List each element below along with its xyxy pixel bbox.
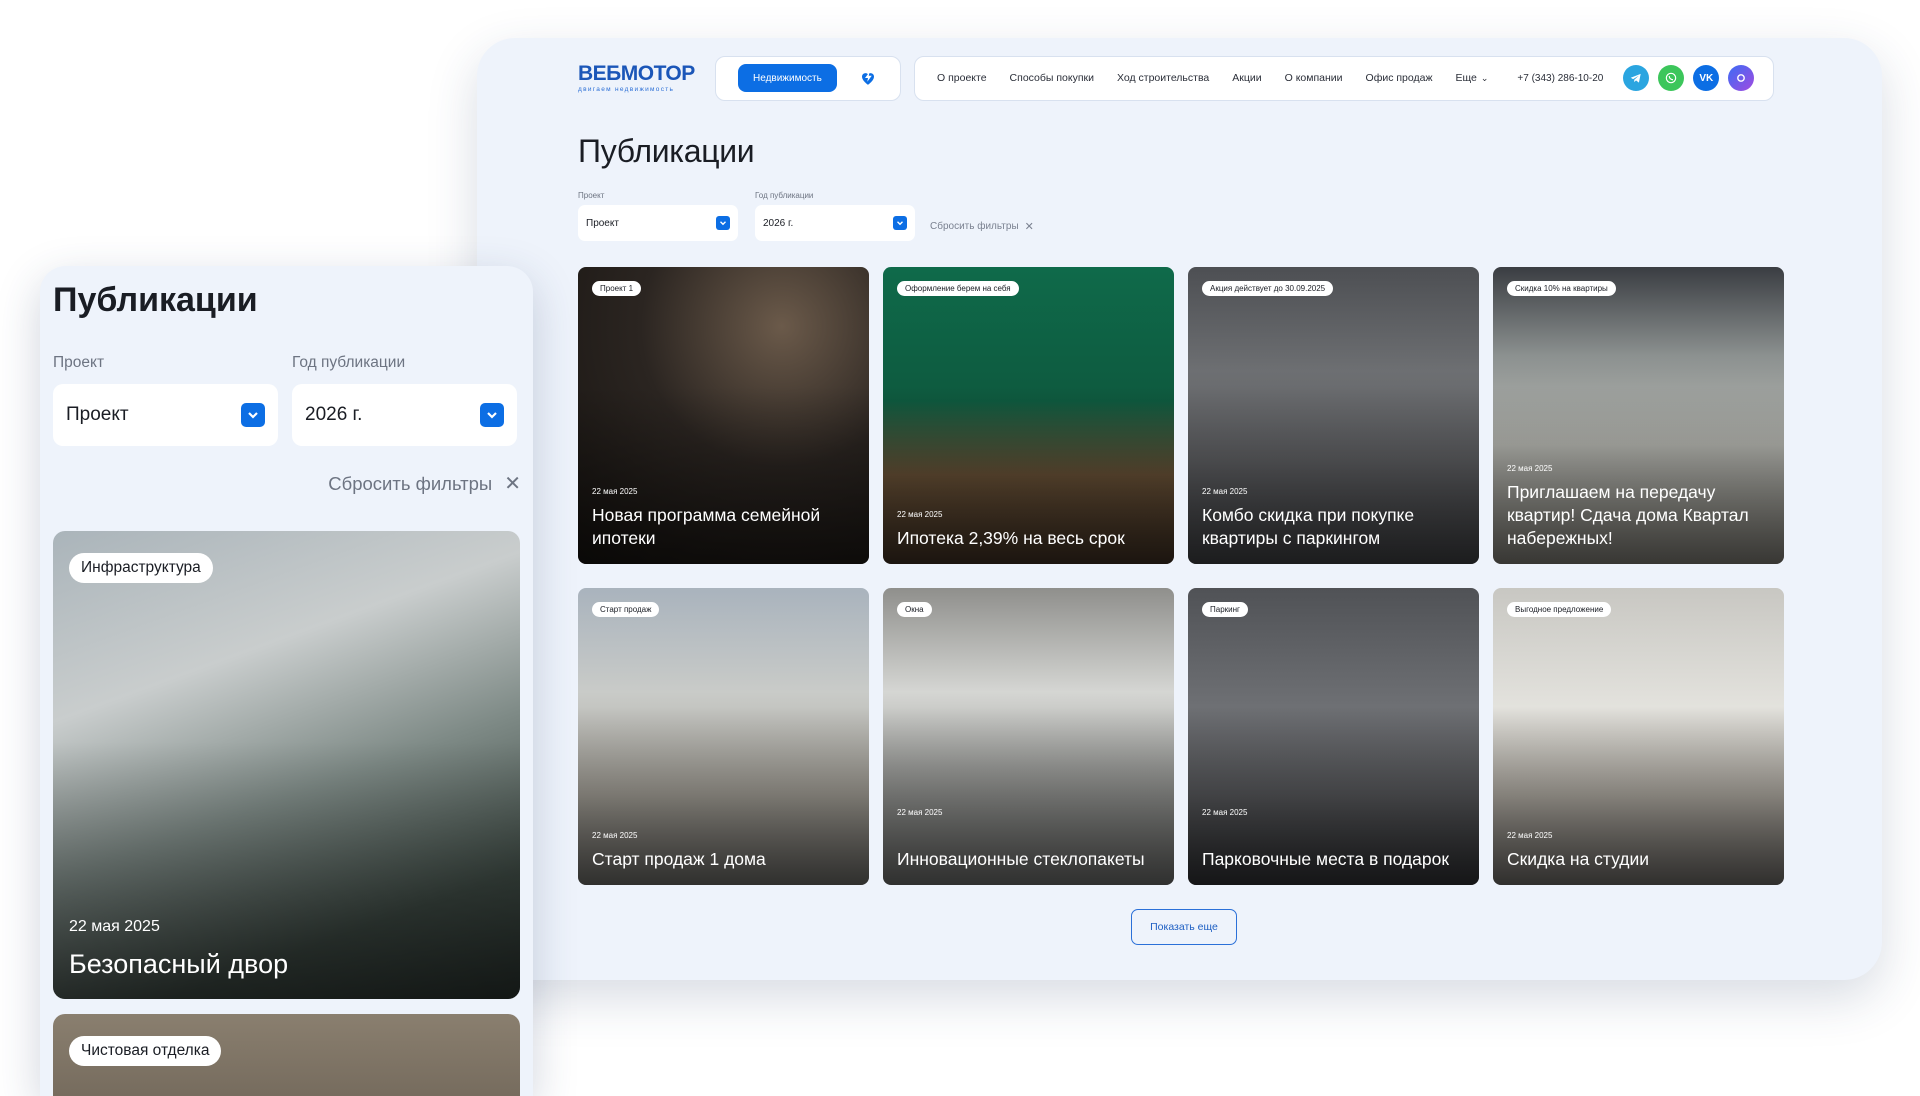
mobile-reset-filters-button[interactable]: Сбросить фильтры ✕ <box>328 471 521 496</box>
nav-item-sales-office[interactable]: Офис продаж <box>1366 72 1433 84</box>
card-date: 22 мая 2025 <box>897 808 943 817</box>
card-badge: Чистовая отделка <box>69 1036 222 1066</box>
logo[interactable]: ВЕБМОТОР двигаем недвижимость <box>578 62 703 94</box>
card-badge: Окна <box>897 602 932 617</box>
desktop-window: ВЕБМОТОР двигаем недвижимость Недвижимос… <box>477 38 1882 980</box>
card-shade <box>883 588 1174 885</box>
nav-item-purchase-methods[interactable]: Способы покупки <box>1010 72 1094 84</box>
page-title: Публикации <box>578 133 755 169</box>
card-title: Скидка на студии <box>1507 849 1650 869</box>
publication-card[interactable]: Оформление берем на себя 22 мая 2025 Ипо… <box>883 267 1174 564</box>
year-select[interactable]: 2026 г. <box>755 205 915 241</box>
logo-name: ВЕБМОТОР <box>578 62 695 85</box>
chevron-down-icon <box>480 403 504 427</box>
nav-item-about-company[interactable]: О компании <box>1285 72 1343 84</box>
reset-filters-label: Сбросить фильтры <box>930 221 1019 232</box>
year-select-value: 2026 г. <box>763 217 794 229</box>
chevron-down-icon <box>241 403 265 427</box>
main-nav: О проекте Способы покупки Ход строительс… <box>914 55 1774 101</box>
chevron-down-icon: ⌄ <box>1480 72 1489 83</box>
publication-card[interactable]: Выгодное предложение 22 мая 2025 Скидка … <box>1493 588 1784 885</box>
card-title: Ипотека 2,39% на весь срок <box>897 528 1125 548</box>
card-date: 22 мая 2025 <box>1202 487 1248 496</box>
nav-item-about-project[interactable]: О проекте <box>937 72 987 84</box>
card-shade <box>1188 588 1479 885</box>
nav-item-promotions[interactable]: Акции <box>1232 72 1261 84</box>
mobile-window: Публикации Проект Год публикации Проект … <box>40 266 533 1096</box>
publication-card[interactable]: Окна 22 мая 2025 Инновационные стеклопак… <box>883 588 1174 885</box>
nav-more-dropdown[interactable]: Еще ⌄ <box>1456 72 1489 84</box>
mobile-project-label: Проект <box>53 354 105 371</box>
mobile-year-select[interactable]: 2026 г. <box>292 384 517 446</box>
publication-card[interactable]: Паркинг 22 мая 2025 Парковочные места в … <box>1188 588 1479 885</box>
mobile-year-value: 2026 г. <box>305 404 363 425</box>
card-title: Новая программа семейной ипотеки <box>592 505 821 548</box>
mobile-publication-card[interactable]: Чистовая отделка <box>53 1014 520 1096</box>
reset-filters-button[interactable]: Сбросить фильтры ✕ <box>930 220 1034 233</box>
close-icon: ✕ <box>504 473 521 495</box>
card-badge: Акция действует до 30.09.2025 <box>1202 281 1334 296</box>
project-select-value: Проект <box>586 217 619 229</box>
card-badge: Скидка 10% на квартиры <box>1507 281 1616 296</box>
close-icon: ✕ <box>1024 221 1034 233</box>
card-date: 22 мая 2025 <box>1507 831 1553 840</box>
project-filter-label: Проект <box>578 191 605 200</box>
heart-icon[interactable] <box>859 69 877 87</box>
nav-more-label: Еще <box>1455 72 1477 84</box>
publication-card[interactable]: Проект 1 22 мая 2025 Новая программа сем… <box>578 267 869 564</box>
card-title: Инновационные стеклопакеты <box>897 849 1145 869</box>
year-filter-label: Год публикации <box>755 191 814 200</box>
publication-card[interactable]: Акция действует до 30.09.2025 22 мая 202… <box>1188 267 1479 564</box>
mobile-project-select[interactable]: Проект <box>53 384 278 446</box>
vk-icon[interactable]: VK <box>1693 65 1720 91</box>
year-filter: Год публикации 2026 г. <box>755 191 915 241</box>
card-date: 22 мая 2025 <box>1507 464 1553 473</box>
mobile-page-title: Публикации <box>53 281 258 319</box>
show-more-button[interactable]: Показать еще <box>1131 909 1237 945</box>
card-badge: Инфраструктура <box>69 553 213 583</box>
nav-item-construction[interactable]: Ход строительства <box>1117 72 1209 84</box>
card-badge: Паркинг <box>1202 602 1248 617</box>
chevron-down-icon <box>716 216 730 230</box>
card-shade <box>1493 588 1784 885</box>
mobile-project-value: Проект <box>66 404 129 425</box>
card-shade <box>883 267 1174 564</box>
project-filter: Проект Проект <box>578 191 738 241</box>
card-title: Комбо скидка при покупке квартиры с парк… <box>1202 505 1415 548</box>
card-date: 22 мая 2025 <box>1202 808 1248 817</box>
card-date: 22 мая 2025 <box>897 510 943 519</box>
card-date: 22 мая 2025 <box>592 831 638 840</box>
header: ВЕБМОТОР двигаем недвижимость Недвижимос… <box>578 54 1774 102</box>
card-badge: Проект 1 <box>592 281 642 296</box>
card-title: Безопасный двор <box>69 949 289 979</box>
chevron-down-icon <box>893 216 907 230</box>
card-shade <box>578 588 869 885</box>
telegram-icon[interactable] <box>1623 65 1650 91</box>
mobile-publication-card[interactable]: Инфраструктура 22 мая 2025 Безопасный дв… <box>53 531 520 999</box>
card-date: 22 мая 2025 <box>592 487 638 496</box>
logo-tagline: двигаем недвижимость <box>578 86 675 93</box>
phone-link[interactable]: +7 (343) 286-10-20 <box>1517 73 1603 84</box>
card-date: 22 мая 2025 <box>69 918 160 935</box>
publication-card[interactable]: Скидка 10% на квартиры 22 мая 2025 Пригл… <box>1493 267 1784 564</box>
project-select[interactable]: Проект <box>578 205 738 241</box>
card-title: Парковочные места в подарок <box>1202 849 1450 869</box>
mobile-reset-label: Сбросить фильтры <box>328 472 493 494</box>
whatsapp-icon[interactable] <box>1658 65 1685 91</box>
publication-card[interactable]: Старт продаж 22 мая 2025 Старт продаж 1 … <box>578 588 869 885</box>
realty-button[interactable]: Недвижимость <box>738 64 837 92</box>
card-badge: Старт продаж <box>592 602 660 617</box>
card-badge: Выгодное предложение <box>1507 602 1612 617</box>
mobile-year-label: Год публикации <box>292 354 406 371</box>
max-icon[interactable] <box>1728 65 1755 91</box>
card-title: Старт продаж 1 дома <box>592 849 766 869</box>
publications-grid: Проект 1 22 мая 2025 Новая программа сем… <box>578 267 1784 885</box>
card-badge: Оформление берем на себя <box>897 281 1019 296</box>
realty-box: Недвижимость <box>715 55 901 101</box>
card-title: Приглашаем на передачу квартир! Сдача до… <box>1507 482 1749 548</box>
